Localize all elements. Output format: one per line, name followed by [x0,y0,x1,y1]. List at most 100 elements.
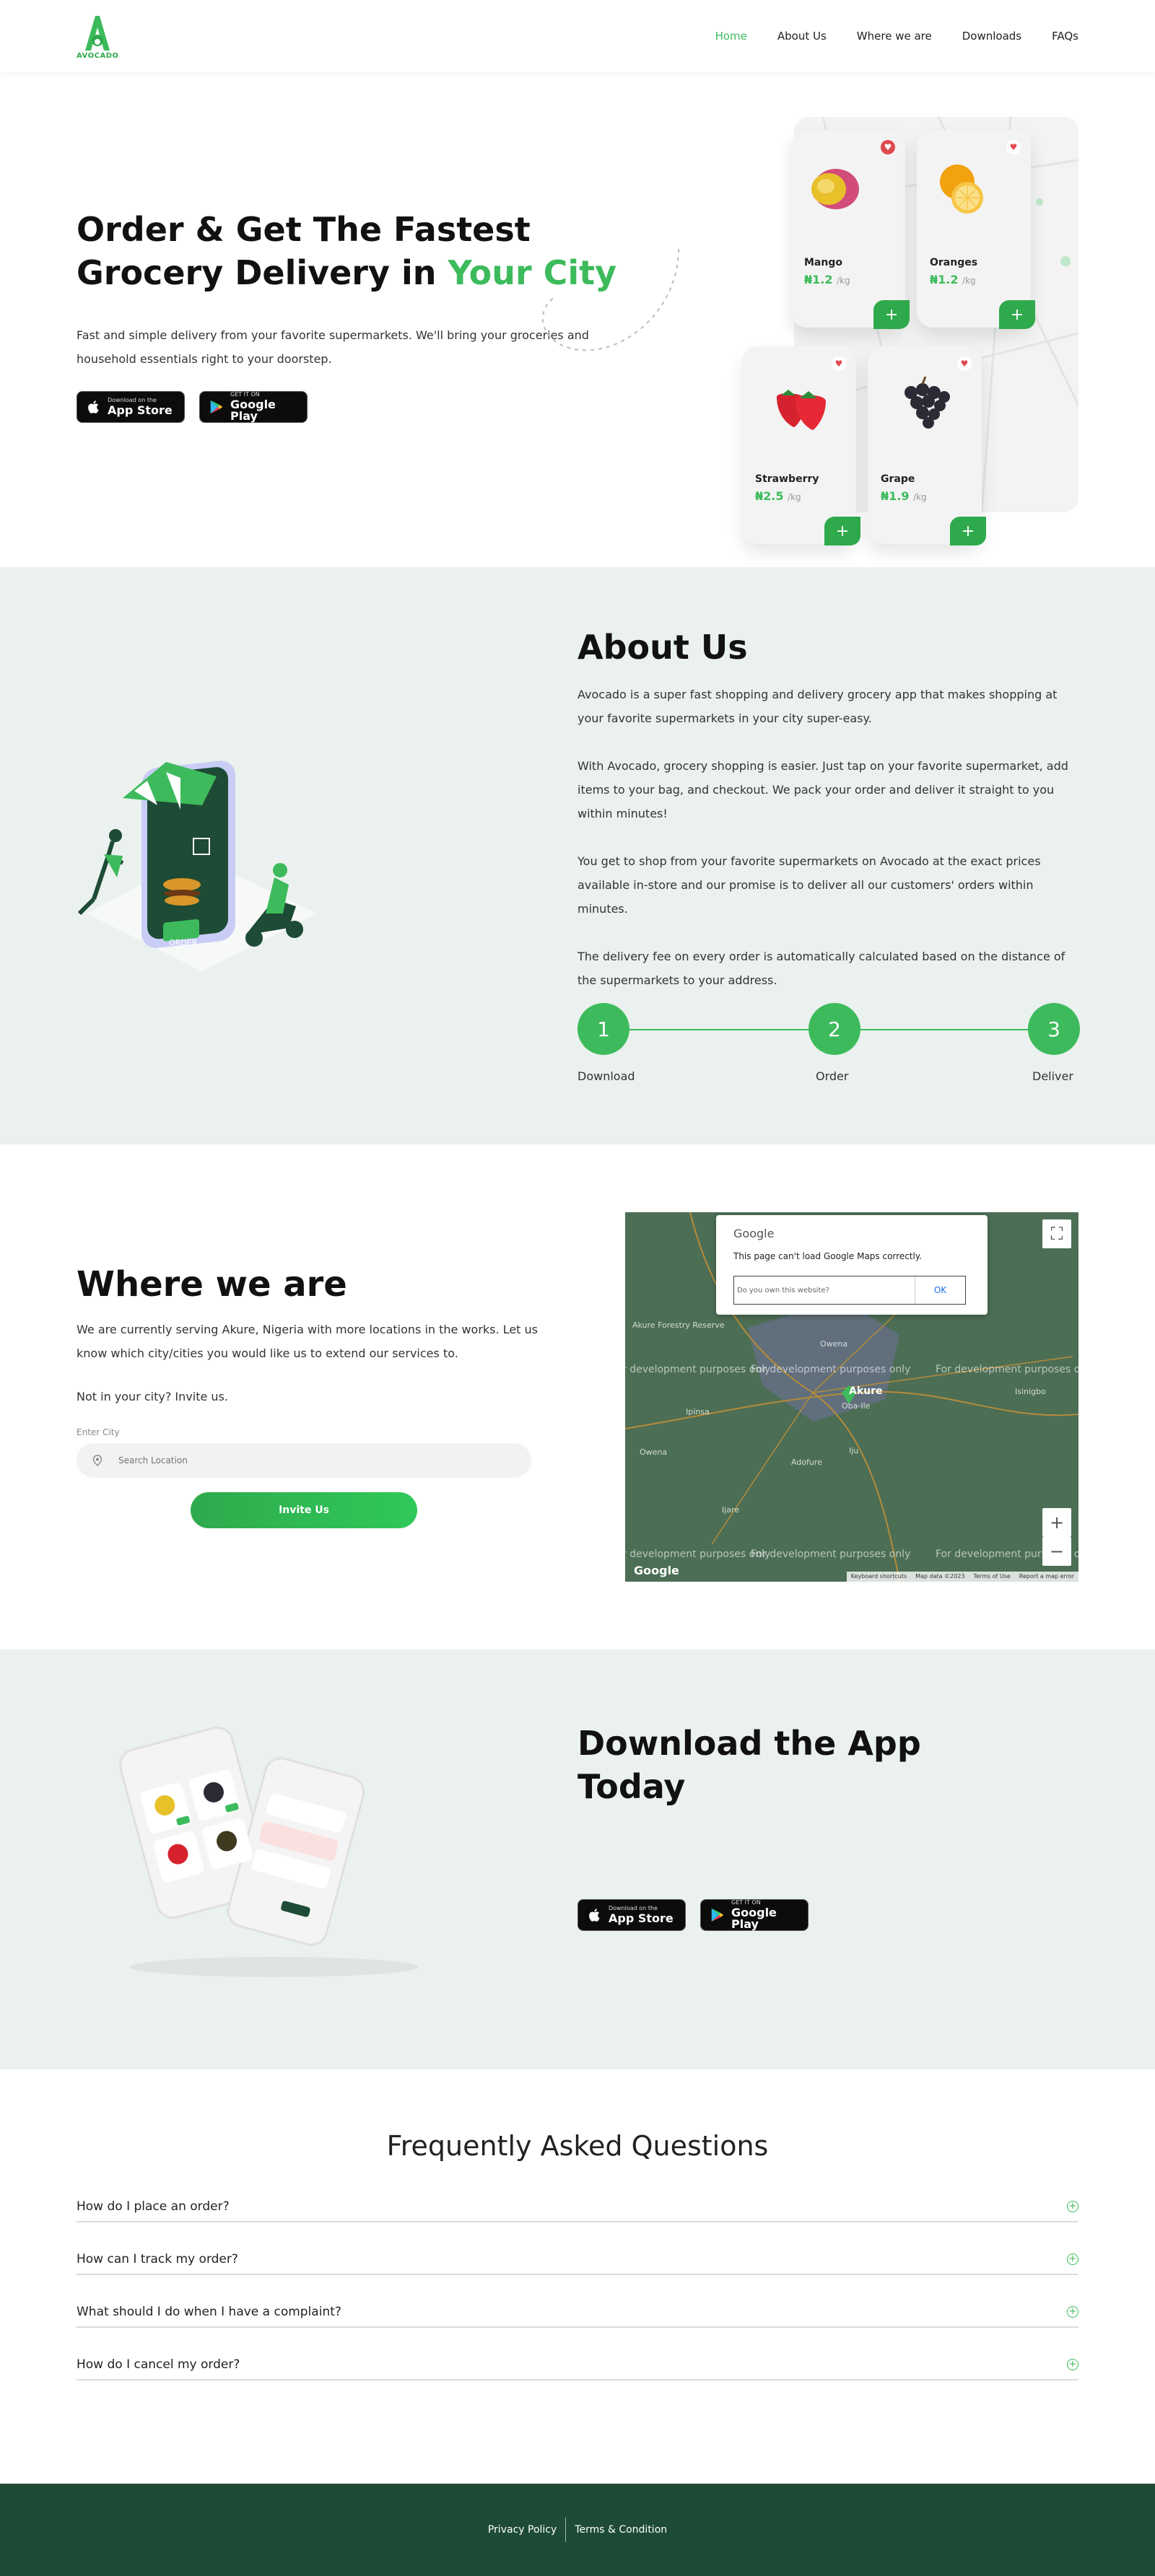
map-place-label: Isinigbo [1015,1387,1046,1396]
google-play-icon [711,1908,724,1922]
about-section: ORDER About Us Avocado is a super fast s… [0,567,1155,1144]
heart-icon[interactable]: ♥ [832,356,846,371]
map-watermark: For development purposes only [751,1548,911,1560]
faq-question: How can I track my order? [77,2252,238,2266]
map-google-logo: Google [634,1564,679,1577]
heart-icon[interactable]: ♥ [881,140,895,154]
illustration-order-sign: ORDER [169,938,198,947]
map-city-label: Akure [849,1385,883,1397]
logo-text: AVOCADO [77,51,119,60]
avocado-logo-icon [85,15,110,51]
add-to-cart-button[interactable]: + [824,517,860,546]
map-dialog-own-link[interactable]: Do you own this website? [734,1287,915,1294]
footer-divider [565,2518,567,2542]
faq-item[interactable]: How can I track my order? + [77,2245,1078,2275]
avocado-logo[interactable]: AVOCADO [77,13,119,60]
hero-store-badges: Download on the App Store GET IT ON Google… [77,391,308,423]
hero-title-line1: Order & Get The Fastest [77,210,531,249]
step-label-3: Deliver [1032,1069,1073,1083]
apple-icon [88,400,99,413]
product-name: Mango [804,257,842,268]
google-play-button[interactable]: GET IT ON Google Play [199,391,308,423]
grape-icon [905,376,950,429]
map-dialog-brand: Google [733,1227,775,1240]
google-map[interactable]: Akure Oba-Ile Owena Ondo Ipinsa Owena Ad… [625,1212,1078,1582]
price-value: ₦1.2 [804,273,833,286]
terms-link[interactable]: Terms & Condition [566,2524,676,2536]
location-pin-icon [92,1455,103,1466]
map-footer-terms[interactable]: Terms of Use [969,1572,1014,1582]
map-place-label: Oba-Ile [842,1401,871,1411]
faq-item[interactable]: What should I do when I have a complaint… [77,2297,1078,2328]
expand-plus-icon[interactable]: + [1067,2201,1078,2212]
add-to-cart-button[interactable]: + [950,517,986,546]
city-input-label: Enter City [77,1427,120,1437]
step-label-1: Download [578,1069,635,1083]
city-search-input[interactable] [77,1443,531,1478]
expand-plus-icon[interactable]: + [1067,2306,1078,2318]
nav-link-where[interactable]: Where we are [857,30,932,43]
product-price: ₦1.2 /kg [804,273,850,286]
faq-item[interactable]: How do I cancel my order? + [77,2350,1078,2380]
map-place-label: Akure Forestry Reserve [632,1320,725,1330]
google-play-icon [210,400,223,414]
faq-section: Frequently Asked Questions How do I plac… [0,2069,1155,2484]
about-paragraph-4: The delivery fee on every order is autom… [578,950,1065,987]
hero-description: Fast and simple delivery from your favor… [77,328,589,366]
fullscreen-icon[interactable]: ⛶ [1042,1219,1071,1248]
where-we-are-section: Where we are We are currently serving Ak… [0,1144,1155,1650]
price-value: ₦2.5 [755,489,784,503]
map-dialog-message: This page can't load Google Maps correct… [733,1251,923,1261]
faq-item[interactable]: How do I place an order? + [77,2192,1078,2222]
mango-icon [811,169,859,209]
invite-us-button[interactable]: Invite Us [191,1492,417,1528]
add-to-cart-button[interactable]: + [999,300,1035,329]
price-value: ₦1.9 [881,489,910,503]
about-paragraph-2: With Avocado, grocery shopping is easier… [578,759,1068,820]
app-store-button[interactable]: Download on the App Store [578,1899,686,1931]
nav-link-faqs[interactable]: FAQs [1052,30,1078,43]
app-store-button[interactable]: Download on the App Store [77,391,185,423]
download-title: Download the App Today [578,1724,921,1806]
product-card-grape: ♥ Grape ₦1.9 /kg + [868,346,986,546]
step-circle-1: 1 [578,1003,629,1055]
price-unit: /kg [962,276,976,286]
product-name: Strawberry [755,473,819,485]
google-play-button[interactable]: GET IT ON Google Play [700,1899,808,1931]
app-store-big-text: App Store [609,1911,674,1925]
add-to-cart-button[interactable]: + [873,300,910,329]
price-value: ₦1.2 [930,273,959,286]
privacy-policy-link[interactable]: Privacy Policy [479,2524,565,2536]
zoom-in-button[interactable]: + [1042,1508,1071,1537]
step-label-2: Order [816,1069,849,1083]
apple-icon [589,1909,600,1922]
about-text: Avocado is a super fast shopping and del… [578,683,1080,1016]
google-play-small-text: GET IT ON [731,1899,761,1906]
where-description: We are currently serving Akure, Nigeria … [77,1323,538,1360]
nav-link-downloads[interactable]: Downloads [962,30,1021,43]
nav-link-home[interactable]: Home [715,30,747,43]
about-title: About Us [578,628,748,667]
step-circle-3: 3 [1028,1003,1080,1055]
product-name: Oranges [930,257,978,268]
nav-links: Home About Us Where we are Downloads FAQ… [715,30,1078,43]
map-footer-keyboard[interactable]: Keyboard shortcuts [847,1572,911,1582]
faq-question: How do I cancel my order? [77,2357,240,2372]
phone-delivery-illustration: ORDER [77,761,318,971]
nav-link-about[interactable]: About Us [777,30,827,43]
product-price: ₦2.5 /kg [755,489,801,503]
expand-plus-icon[interactable]: + [1067,2359,1078,2370]
map-dialog-ok-button[interactable]: OK [915,1276,965,1304]
product-card-mango: ♥ Mango ₦1.2 /kg + [791,130,910,329]
phones-mockup-illustration [119,1726,419,1977]
map-watermark: For development purposes only [751,1364,911,1375]
heart-icon[interactable]: ♥ [1006,140,1021,154]
product-price: ₦1.9 /kg [881,489,927,503]
expand-plus-icon[interactable]: + [1067,2253,1078,2265]
map-place-label: Ijare [722,1505,740,1515]
price-unit: /kg [913,492,927,502]
map-watermark: r development purposes only [625,1548,771,1560]
zoom-out-button[interactable]: − [1042,1537,1071,1566]
heart-icon[interactable]: ♥ [957,356,972,371]
map-footer-report[interactable]: Report a map error [1015,1572,1078,1582]
